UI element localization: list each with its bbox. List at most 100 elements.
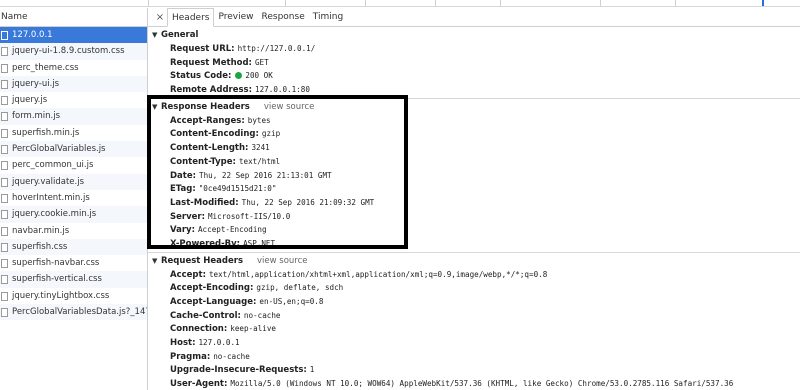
header-row: Upgrade-Insecure-Requests: 1 — [152, 363, 800, 377]
header-value: bytes — [247, 115, 271, 125]
file-list-item[interactable]: jquery.cookie.min.js — [0, 206, 147, 223]
file-list-item[interactable]: jquery-ui.js — [0, 75, 147, 93]
file-name: hoverIntent.min.js — [12, 192, 90, 203]
file-list-item[interactable]: jquery-ui-1.8.9.custom.css — [0, 43, 147, 60]
header-key: Content-Encoding: — [170, 129, 259, 140]
file-icon — [1, 31, 8, 40]
file-name: perc_common_ui.js — [12, 160, 94, 171]
response-headers-section: ▼ Response Headers view source Accept-Ra… — [148, 100, 800, 251]
file-name: superfish-vertical.css — [12, 274, 102, 285]
file-icon — [1, 128, 8, 138]
header-row: Status Code: 200 OK — [152, 69, 800, 83]
toolbar-divider — [148, 0, 149, 6]
header-value: 1 — [309, 365, 315, 375]
file-list-item[interactable]: jquery.validate.js — [0, 173, 147, 190]
file-icon — [1, 193, 8, 203]
name-column-header[interactable]: Name — [0, 8, 147, 27]
header-value: 127.0.0.1:80 — [255, 85, 310, 95]
file-list-item[interactable]: superfish-navbar.css — [0, 255, 147, 271]
header-key: Upgrade-Insecure-Requests: — [170, 365, 307, 376]
header-key: Vary: — [170, 225, 195, 236]
header-row: Accept-Ranges: bytes — [152, 114, 800, 128]
close-icon[interactable]: × — [153, 8, 167, 26]
file-name: PercGlobalVariablesData.js?_1474... — [12, 307, 147, 318]
file-name: PercGlobalVariables.js — [12, 144, 106, 155]
request-list-sidebar: Name 127.0.0.1 jquery-ui-1.8.9.custom.css… — [0, 8, 148, 390]
file-name: superfish.css — [12, 241, 68, 252]
general-section-toggle[interactable]: ▼ General — [152, 28, 800, 42]
header-key: User-Agent: — [170, 379, 228, 390]
file-list-item[interactable]: perc_common_ui.js — [0, 157, 147, 173]
header-row: Accept: text/html,application/xhtml+xml,a… — [152, 268, 800, 282]
header-row: Accept-Encoding: gzip, deflate, sdch — [152, 281, 800, 295]
file-list-item[interactable]: 127.0.0.1 — [0, 27, 147, 44]
header-value: no-cache — [243, 310, 281, 320]
file-icon — [1, 161, 8, 171]
file-name: jquery.cookie.min.js — [12, 209, 97, 220]
section-divider — [148, 97, 800, 99]
header-value: Accept-Encoding — [197, 225, 267, 235]
file-name: 127.0.0.1 — [12, 30, 53, 40]
view-source-link[interactable]: view source — [264, 100, 315, 114]
request-headers-section-toggle[interactable]: ▼ Request Headers view source — [152, 254, 800, 268]
header-key: Accept: — [170, 269, 206, 280]
header-key: Request Method: — [170, 57, 252, 68]
header-key: ETag: — [170, 184, 196, 195]
header-value: 200 OK — [245, 71, 273, 81]
header-key: Request URL: — [170, 44, 235, 54]
file-list: 127.0.0.1 jquery-ui-1.8.9.custom.css perc_… — [0, 27, 147, 321]
tab-timing[interactable]: Timing — [309, 8, 347, 26]
header-row: Remote Address: 127.0.0.1:80 — [152, 83, 800, 97]
file-icon — [1, 275, 8, 285]
header-value: keep-alive — [230, 324, 276, 334]
file-icon — [1, 242, 8, 252]
file-icon — [1, 63, 8, 73]
toolbar-divider — [365, 0, 366, 6]
response-headers-section-toggle[interactable]: ▼ Response Headers view source — [152, 100, 800, 114]
header-key: Pragma: — [170, 351, 211, 362]
file-list-item[interactable]: PercGlobalVariablesData.js?_1474... — [0, 304, 147, 321]
header-key: Status Code: — [170, 71, 232, 82]
file-list-item[interactable]: superfish.min.js — [0, 125, 147, 141]
header-key: Server: — [170, 211, 205, 222]
toolbar-divider — [675, 0, 676, 6]
tab-headers[interactable]: Headers — [167, 8, 215, 27]
header-value: gzip, deflate, sdch — [256, 283, 344, 293]
view-source-link[interactable]: view source — [257, 254, 308, 268]
file-list-item[interactable]: hoverIntent.min.js — [0, 190, 147, 206]
expand-triangle-icon: ▼ — [152, 31, 158, 39]
file-list-item[interactable]: navbar.min.js — [0, 223, 147, 239]
header-value: gzip — [261, 129, 281, 139]
header-key: Connection: — [170, 324, 228, 335]
header-key: Date: — [170, 170, 197, 181]
file-list-item[interactable]: jquery.js — [0, 92, 147, 108]
header-key: Cache-Control: — [170, 310, 241, 321]
header-row: Pragma: no-cache — [152, 350, 800, 364]
file-list-item[interactable]: PercGlobalVariables.js — [0, 141, 147, 158]
file-list-item[interactable]: superfish-vertical.css — [0, 271, 147, 288]
file-icon — [1, 259, 8, 269]
file-list-item[interactable]: perc_theme.css — [0, 60, 147, 76]
header-row: Last-Modified: Thu, 22 Sep 2016 21:09:32 … — [152, 196, 800, 210]
tab-preview[interactable]: Preview — [214, 8, 257, 26]
file-icon — [1, 145, 8, 155]
header-row: ETag: "0ce49d1515d21:0" — [152, 182, 800, 196]
file-name: superfish.min.js — [12, 127, 80, 138]
toolbar-divider — [500, 0, 501, 6]
file-list-item[interactable]: jquery.tinyLightbox.css — [0, 288, 147, 304]
file-icon — [1, 47, 8, 57]
file-name: superfish-navbar.css — [12, 258, 100, 269]
top-toolbar-strip — [0, 0, 800, 7]
header-row: Cache-Control: no-cache — [152, 309, 800, 323]
file-list-item[interactable]: form.min.js — [0, 108, 147, 125]
file-icon — [1, 308, 8, 318]
file-name: jquery.js — [12, 95, 48, 106]
general-section: ▼ General Request URL: http://127.0.0.1/R… — [148, 28, 800, 97]
file-list-item[interactable]: superfish.css — [0, 238, 147, 256]
header-row: X-Powered-By: ASP.NET — [152, 237, 800, 251]
header-key: Accept-Ranges: — [170, 115, 245, 126]
expand-triangle-icon: ▼ — [152, 102, 158, 111]
response-headers-title: Response Headers — [161, 101, 250, 112]
tab-response[interactable]: Response — [258, 8, 309, 26]
file-name: jquery.tinyLightbox.css — [12, 290, 110, 301]
